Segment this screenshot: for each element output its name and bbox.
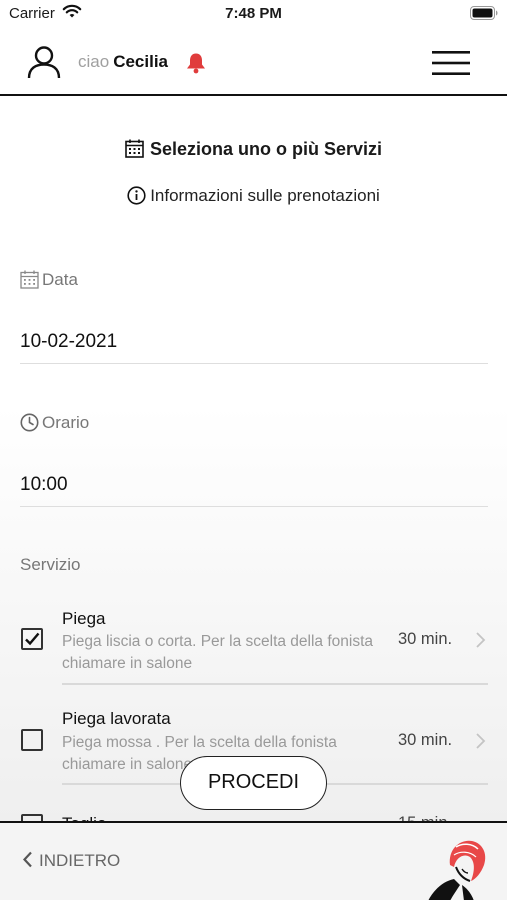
- greeting-word: ciao: [78, 52, 110, 71]
- greeting: ciao Cecilia: [78, 52, 168, 72]
- time-field[interactable]: 10:00: [20, 474, 488, 507]
- proceed-button[interactable]: PROCEDI: [180, 756, 327, 810]
- service-section-label: Servizio: [20, 555, 81, 574]
- user-name: Cecilia: [113, 52, 168, 71]
- salon-logo-icon: [428, 840, 486, 900]
- calendar-icon: [125, 139, 144, 158]
- date-label-text: Data: [42, 270, 78, 289]
- booking-info-text: Informazioni sulle prenotazioni: [150, 186, 380, 205]
- user-profile-icon[interactable]: [26, 44, 62, 80]
- app-header: ciao Cecilia: [0, 30, 507, 96]
- service-description: Piega liscia o corta. Per la scelta dell…: [62, 633, 374, 672]
- service-name: Piega: [62, 609, 106, 628]
- chevron-right-icon: [476, 632, 486, 648]
- service-duration: 30 min.: [398, 630, 453, 648]
- time-label-text: Orario: [42, 413, 90, 432]
- service-checkbox[interactable]: [21, 628, 43, 650]
- page-title-text: Seleziona uno o più Servizi: [149, 139, 383, 159]
- time-label: Orario: [20, 413, 89, 433]
- status-time: 7:48 PM: [225, 5, 282, 22]
- back-button[interactable]: INDIETRO: [22, 851, 120, 871]
- info-icon: [127, 186, 146, 205]
- battery-icon: [470, 6, 498, 20]
- footer-bar: INDIETRO: [0, 821, 507, 900]
- checkmark-icon: [25, 632, 40, 646]
- chevron-right-icon: [476, 733, 486, 749]
- hamburger-menu-icon[interactable]: [430, 48, 472, 78]
- service-row-piega[interactable]: Piega Piega liscia o corta. Per la scelt…: [0, 600, 507, 696]
- service-checkbox[interactable]: [21, 729, 43, 751]
- service-duration: 30 min.: [398, 731, 453, 749]
- chevron-left-icon: [22, 851, 32, 868]
- divider: [62, 683, 488, 685]
- status-bar: Carrier 7:48 PM: [0, 0, 507, 30]
- calendar-small-icon: [20, 270, 39, 289]
- date-label: Data: [20, 270, 78, 290]
- booking-info-link[interactable]: Informazioni sulle prenotazioni: [0, 186, 507, 206]
- notification-bell-icon[interactable]: [184, 52, 208, 74]
- service-name: Piega lavorata: [62, 709, 171, 728]
- back-button-label: INDIETRO: [39, 851, 121, 870]
- page-title: Seleziona uno o più Servizi: [0, 139, 507, 160]
- clock-icon: [20, 413, 39, 432]
- date-field[interactable]: 10-02-2021: [20, 331, 488, 364]
